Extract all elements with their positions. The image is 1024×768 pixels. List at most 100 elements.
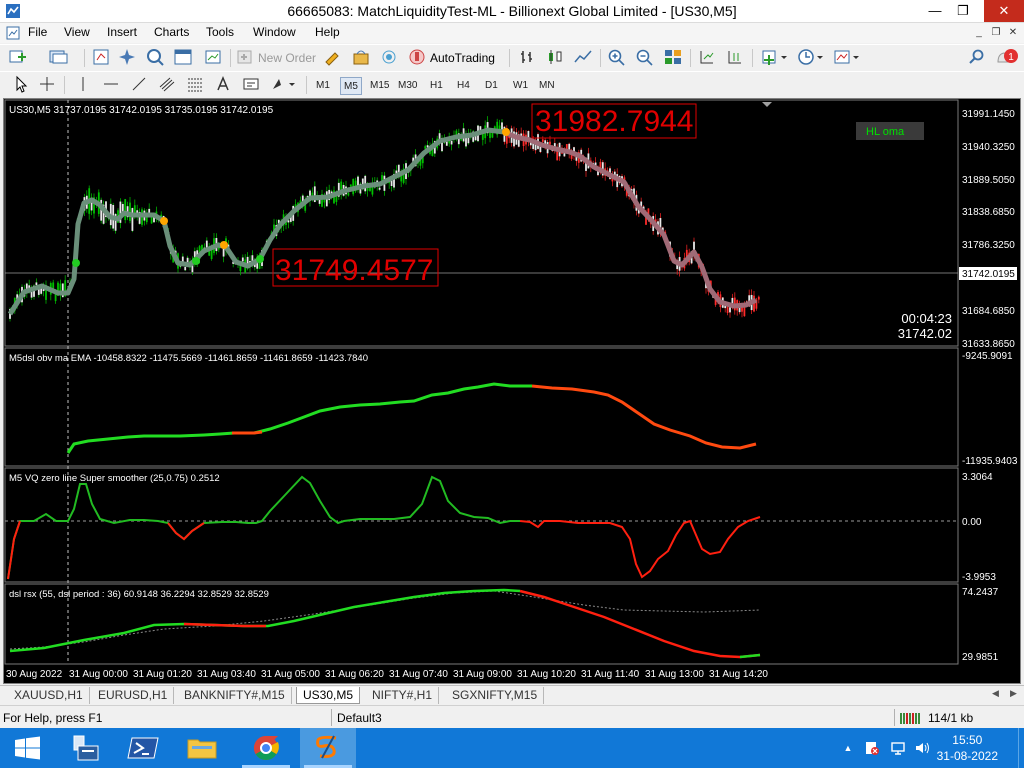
arrows-button[interactable]	[268, 75, 298, 95]
profiles-icon	[49, 50, 68, 64]
restore-button[interactable]: ❐	[946, 0, 980, 22]
chart-restore-button[interactable]: ❐	[989, 26, 1003, 40]
line-chart-button[interactable]	[572, 48, 594, 68]
new-order-icon	[237, 50, 252, 64]
tab-sgxnifty-m15[interactable]: SGXNIFTY,M15	[446, 687, 545, 704]
menu-help[interactable]: Help	[315, 25, 340, 39]
tray-overflow-icon[interactable]: ▲	[840, 740, 856, 756]
tab-xauusd-h1[interactable]: XAUUSD,H1	[8, 687, 90, 704]
chart-close-button[interactable]: ✕	[1006, 26, 1020, 40]
vq-negative-line	[519, 516, 761, 579]
timeframe-m1[interactable]: M1	[313, 77, 333, 95]
candle-body	[424, 146, 427, 149]
menu-window[interactable]: Window	[253, 25, 296, 39]
tab-banknifty-m15[interactable]: BANKNIFTY#,M15	[178, 687, 292, 704]
chart-shift-icon	[700, 51, 714, 64]
obv-panel	[4, 347, 959, 467]
start-button[interactable]	[0, 728, 56, 768]
chart-window-icon[interactable]	[6, 26, 20, 40]
time-tick: 31 Aug 13:00	[645, 669, 704, 680]
vertical-line-button[interactable]	[72, 75, 94, 95]
notifications-button[interactable]: 1	[994, 48, 1020, 68]
chrome-app[interactable]	[238, 728, 294, 768]
profiles-button[interactable]	[48, 48, 70, 68]
one-click-trading-arrow-icon[interactable]	[762, 102, 772, 107]
price-tick: 31633.8650	[962, 339, 1015, 350]
rsx-pullback-segment	[183, 622, 266, 628]
strategy-tester-button[interactable]	[202, 48, 224, 68]
cursor-tool-button[interactable]	[10, 75, 32, 95]
market-watch-button[interactable]	[90, 48, 112, 68]
chart-shift-button[interactable]	[696, 48, 718, 68]
autoscroll-button[interactable]	[724, 48, 746, 68]
trendline-button[interactable]	[128, 75, 150, 95]
text-label-icon	[243, 78, 259, 90]
templates-button[interactable]	[832, 48, 862, 68]
volume-icon[interactable]	[914, 740, 930, 756]
indicators-button[interactable]	[760, 48, 790, 68]
zoom-out-button[interactable]	[634, 48, 656, 68]
navigator-button[interactable]	[116, 48, 138, 68]
market-watch-icon	[93, 49, 109, 65]
connection-bars-icon	[900, 713, 920, 724]
tab-nifty-h1[interactable]: NIFTY#,H1	[366, 687, 440, 704]
chart-minimize-button[interactable]: _	[972, 26, 986, 40]
chart-canvas[interactable]: 31982.7944 31749.4577 HL oma US30,M5 317…	[4, 99, 1022, 685]
menu-tools[interactable]: Tools	[206, 25, 234, 39]
title-bar[interactable]: 66665083: MatchLiquidityTest-ML - Billio…	[0, 0, 1024, 23]
trading-terminal-app[interactable]	[300, 728, 356, 768]
metaeditor-button[interactable]	[322, 48, 344, 68]
terminal-button[interactable]	[172, 48, 194, 68]
menu-view[interactable]: View	[64, 25, 90, 39]
equidistant-channel-button[interactable]	[156, 75, 178, 95]
market-button[interactable]	[350, 48, 372, 68]
menu-charts[interactable]: Charts	[154, 25, 189, 39]
tabs-scroll-right-icon[interactable]: ▶	[1010, 688, 1017, 699]
tab-us30-m5[interactable]: US30,M5	[296, 687, 361, 704]
zoom-in-button[interactable]	[606, 48, 628, 68]
close-button[interactable]: ✕	[984, 0, 1024, 22]
autotrading-label[interactable]: AutoTrading	[430, 50, 495, 66]
timeframe-m30[interactable]: M30	[395, 77, 420, 95]
timeframe-h1[interactable]: H1	[427, 77, 446, 95]
tab-eurusd-h1[interactable]: EURUSD,H1	[92, 687, 175, 704]
signals-button[interactable]	[378, 48, 400, 68]
rsx-recovery-segment	[739, 653, 761, 659]
server-manager-app[interactable]	[58, 728, 114, 768]
timeframe-w1[interactable]: W1	[510, 77, 531, 95]
text-tool-button[interactable]	[212, 75, 234, 95]
menu-file[interactable]: File	[28, 25, 47, 39]
text-label-button[interactable]	[240, 75, 262, 95]
bar-chart-button[interactable]	[516, 48, 538, 68]
window-title: 66665083: MatchLiquidityTest-ML - Billio…	[287, 3, 737, 19]
autotrading-button[interactable]	[406, 48, 428, 68]
timeframe-d1[interactable]: D1	[482, 77, 501, 95]
timeframe-h4[interactable]: H4	[454, 77, 473, 95]
system-clock[interactable]: 15:50 31-08-2022	[937, 732, 998, 764]
periodicity-button[interactable]	[796, 48, 826, 68]
candle-body	[541, 139, 544, 142]
timeframe-m5[interactable]: M5	[340, 77, 362, 95]
timeframe-m15[interactable]: M15	[367, 77, 392, 95]
chart-window[interactable]: 31982.7944 31749.4577 HL oma US30,M5 317…	[3, 98, 1021, 684]
main-panel-header: US30,M5 31737.0195 31742.0195 31735.0195…	[9, 105, 274, 116]
action-center-icon[interactable]	[864, 740, 880, 756]
candle-body	[729, 307, 731, 313]
menu-insert[interactable]: Insert	[107, 25, 137, 39]
search-button[interactable]	[966, 48, 988, 68]
tile-windows-button[interactable]	[662, 48, 684, 68]
powershell-app[interactable]	[116, 728, 172, 768]
new-chart-button[interactable]	[8, 48, 30, 68]
data-window-button[interactable]	[144, 48, 166, 68]
network-icon[interactable]	[890, 740, 906, 756]
tabs-scroll-left-icon[interactable]: ◀	[992, 688, 999, 699]
horizontal-line-button[interactable]	[100, 75, 122, 95]
fibonacci-button[interactable]	[184, 75, 206, 95]
candlestick-button[interactable]	[544, 48, 566, 68]
show-desktop-button[interactable]	[1018, 728, 1024, 768]
crosshair-tool-button[interactable]	[36, 75, 58, 95]
timeframe-mn[interactable]: MN	[536, 77, 558, 95]
terminal-icon	[174, 49, 192, 65]
arrows-icon	[273, 79, 295, 89]
file-explorer-app[interactable]	[174, 728, 230, 768]
